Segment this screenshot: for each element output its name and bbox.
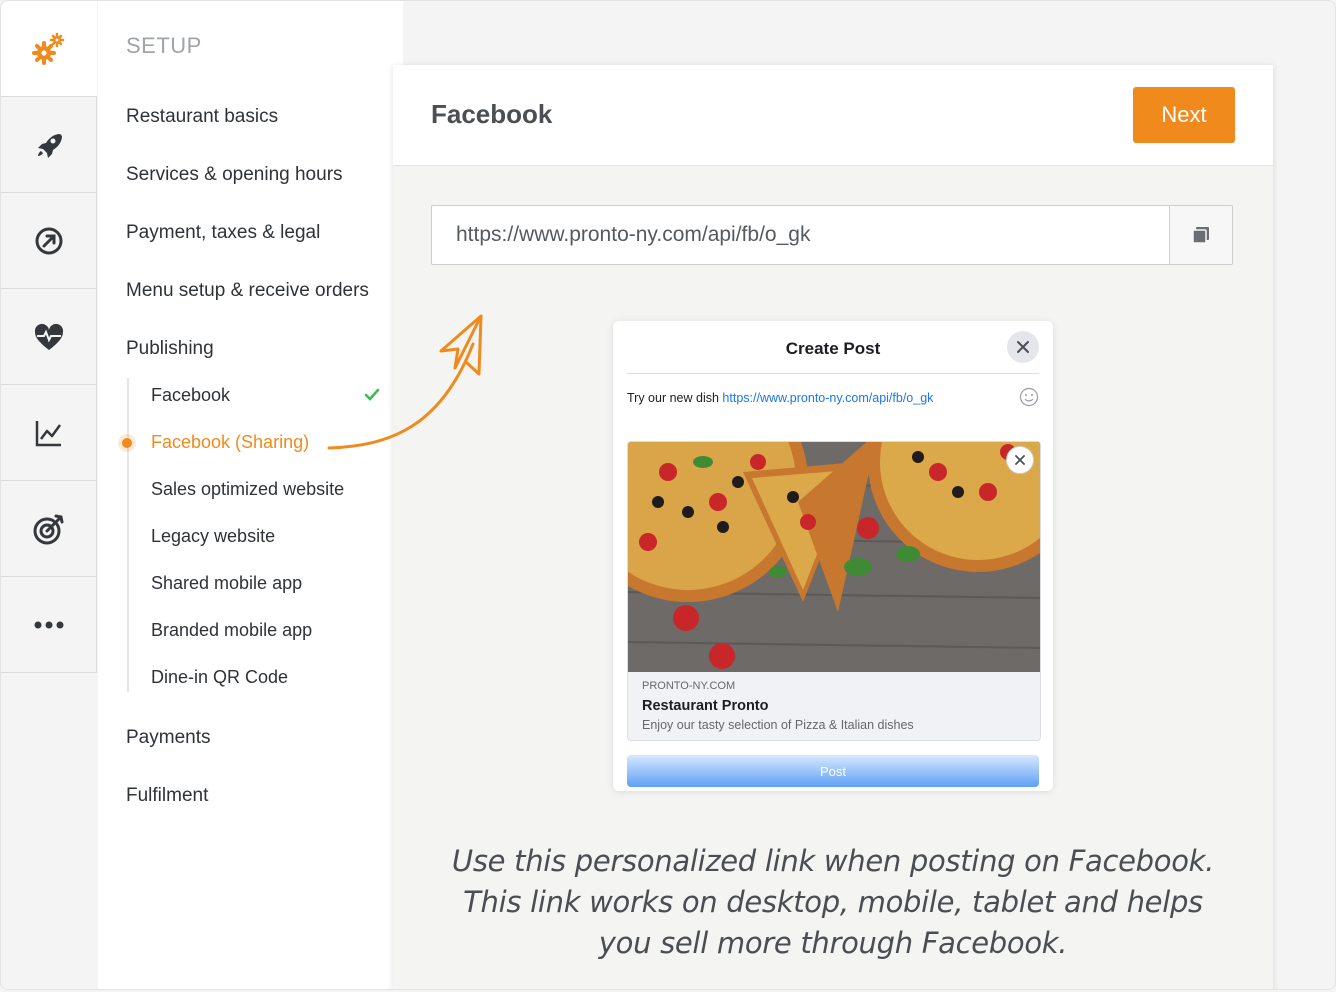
create-post-title: Create Post [785, 339, 881, 358]
preview-divider [627, 373, 1039, 374]
facebook-sharing-card: Facebook Next https://www.pronto-ny.com/… [393, 65, 1273, 989]
rail-item-marketing[interactable] [1, 481, 97, 577]
post-button[interactable]: Post [627, 755, 1039, 787]
gears-icon [32, 32, 65, 65]
share-url-text[interactable]: https://www.pronto-ny.com/api/fb/o_gk [456, 223, 810, 247]
rail-item-launch[interactable] [1, 97, 97, 193]
heart-pulse-icon [34, 323, 63, 350]
nav-item-payments[interactable]: Payments [126, 727, 210, 749]
dashboard-icon [35, 227, 62, 254]
close-icon [1017, 341, 1029, 353]
setup-nav: SETUP Restaurant basics Services & openi… [98, 1, 403, 989]
nav-item-fulfilment[interactable]: Fulfilment [126, 785, 208, 807]
attachment-description: Enjoy our tasty selection of Pizza & Ita… [642, 718, 914, 732]
rail-item-reports[interactable] [1, 385, 97, 481]
copy-icon [1192, 227, 1209, 244]
pizza-image [628, 442, 1040, 672]
nav-item-services-hours[interactable]: Services & opening hours [126, 164, 343, 186]
nav-heading: SETUP [126, 33, 202, 58]
copy-button[interactable] [1169, 206, 1232, 264]
subnav-item-legacy-website[interactable]: Legacy website [151, 526, 275, 547]
attachment-domain: PRONTO-NY.COM [642, 680, 736, 692]
link-attachment[interactable]: PRONTO-NY.COM Restaurant Pronto Enjoy ou… [627, 441, 1041, 741]
rail-item-setup[interactable] [1, 1, 97, 97]
rail-item-more[interactable] [1, 577, 97, 673]
next-button[interactable]: Next [1133, 87, 1235, 143]
rail-item-health[interactable] [1, 289, 97, 385]
post-message: Try our new dish https://www.pronto-ny.c… [627, 391, 933, 405]
post-message-link[interactable]: https://www.pronto-ny.com/api/fb/o_gk [722, 391, 933, 405]
active-indicator [122, 438, 132, 448]
instruction-caption: Use this personalized link when posting … [451, 844, 1215, 960]
icon-rail [1, 1, 98, 989]
subnav-item-sales-website[interactable]: Sales optimized website [151, 479, 344, 500]
emoji-icon[interactable] [1019, 387, 1039, 407]
page-title: Facebook [431, 99, 553, 129]
attachment-title: Restaurant Pronto [642, 698, 769, 714]
target-icon [33, 514, 63, 544]
subnav-item-facebook[interactable]: Facebook [151, 385, 230, 406]
post-message-text: Try our new dish [627, 391, 719, 405]
share-url-field[interactable]: https://www.pronto-ny.com/api/fb/o_gk [431, 205, 1233, 265]
subnav-item-qr-code[interactable]: Dine-in QR Code [151, 667, 288, 688]
subnav-item-branded-app[interactable]: Branded mobile app [151, 620, 312, 641]
chart-icon [35, 420, 61, 446]
close-icon [1015, 455, 1025, 465]
subnav-item-facebook-sharing[interactable]: Facebook (Sharing) [151, 432, 309, 453]
subnav-item-shared-app[interactable]: Shared mobile app [151, 573, 302, 594]
nav-item-menu-setup[interactable]: Menu setup & receive orders [126, 280, 369, 302]
nav-item-payment-taxes[interactable]: Payment, taxes & legal [126, 222, 320, 244]
rail-item-dashboard[interactable] [1, 193, 97, 289]
card-header: Facebook Next [393, 65, 1273, 166]
pointer-arrow-icon [327, 314, 483, 450]
remove-attachment-button[interactable] [1006, 446, 1034, 474]
facebook-post-preview: Create Post Try our new dish https://www… [613, 321, 1053, 791]
app-window: SETUP Restaurant basics Services & openi… [0, 0, 1336, 990]
rocket-icon [37, 133, 62, 158]
preview-close-button[interactable] [1007, 331, 1039, 363]
publishing-subnav-line [127, 378, 129, 692]
nav-item-publishing[interactable]: Publishing [126, 338, 214, 360]
nav-item-restaurant-basics[interactable]: Restaurant basics [126, 106, 278, 128]
more-icon [34, 621, 63, 628]
